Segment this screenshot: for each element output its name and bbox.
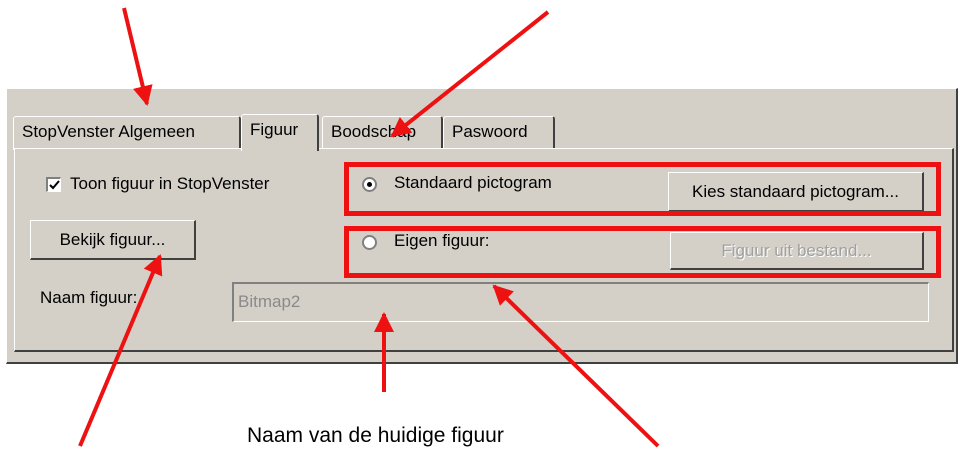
arrow-to-view-button — [78, 254, 163, 447]
annotation-arrows — [78, 7, 660, 448]
arrow-to-own-figure — [492, 284, 660, 448]
arrow-to-standard-icon — [390, 10, 550, 138]
arrow-to-general-tab — [122, 7, 153, 106]
